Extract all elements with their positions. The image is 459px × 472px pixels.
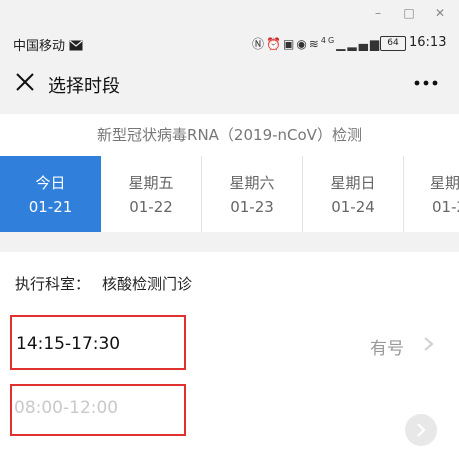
status-time: 16:13 [409, 35, 447, 50]
tab-day: 星期日 [330, 174, 376, 192]
minimize-icon[interactable]: – [368, 4, 388, 22]
highlight-box [10, 384, 186, 436]
wifi-icon: ≋ [308, 37, 321, 51]
date-tabs: 今日 01-21 星期五 01-22 星期六 01-23 星期日 01-24 星… [0, 156, 459, 233]
carrier-label: 中国移动 [13, 35, 83, 54]
tab-date: 01-24 [331, 198, 375, 216]
window-chrome: – □ ✕ [0, 0, 459, 28]
tab-friday[interactable]: 星期五 01-22 [101, 156, 202, 232]
close-icon[interactable] [14, 71, 36, 93]
title-bar: 选择时段 [0, 58, 459, 114]
network-label: 4G [320, 36, 337, 45]
chevron-circle-icon [405, 414, 437, 446]
page-title: 选择时段 [48, 76, 120, 97]
nfc-icon: Ⓝ [252, 37, 267, 51]
alarm-icon: ⏰ [266, 37, 283, 51]
department-row: 执行科室： 核酸检测门诊 [15, 273, 192, 294]
highlight-box [10, 315, 186, 370]
status-icons: Ⓝ⏰▣◉≋4G▁▂▄▆ [252, 35, 381, 52]
chevron-right-icon [424, 337, 434, 351]
tab-date: 01-21 [28, 198, 73, 216]
close-window-icon[interactable]: ✕ [430, 4, 450, 22]
department-label: 执行科室： [15, 275, 91, 293]
tab-sunday[interactable]: 星期日 01-24 [303, 156, 404, 232]
tab-day: 星期五 [128, 174, 174, 192]
hd-icon: ▣ [282, 37, 297, 51]
department-value: 核酸检测门诊 [102, 275, 193, 293]
tab-date: 01-22 [129, 198, 173, 216]
tab-today[interactable]: 今日 01-21 [0, 156, 101, 232]
signal-icon: ▁▂▄▆ [336, 37, 382, 51]
tab-monday[interactable]: 星期一 01-25 [404, 156, 459, 232]
service-header: 新型冠状病毒RNA（2019-nCoV）检测 [0, 114, 459, 156]
tab-date: 01-25 [432, 198, 459, 216]
tab-saturday[interactable]: 星期六 01-23 [202, 156, 303, 232]
tab-day: 今日 [35, 174, 66, 192]
envelope-icon [69, 40, 83, 51]
tab-day: 星期一 [430, 174, 459, 192]
eye-icon: ◉ [296, 37, 309, 51]
tab-date: 01-23 [230, 198, 274, 216]
service-name: 新型冠状病毒RNA（2019-nCoV）检测 [97, 126, 362, 144]
status-bar: 中国移动 Ⓝ⏰▣◉≋4G▁▂▄▆ 64 16:13 [0, 28, 459, 58]
more-icon[interactable] [414, 80, 438, 86]
battery-icon: 64 [380, 36, 406, 51]
maximize-icon[interactable]: □ [399, 4, 419, 22]
section-gap [0, 232, 459, 252]
tab-day: 星期六 [229, 174, 275, 192]
chevron-right-icon [417, 423, 426, 437]
slot-status: 有号 [370, 339, 404, 359]
